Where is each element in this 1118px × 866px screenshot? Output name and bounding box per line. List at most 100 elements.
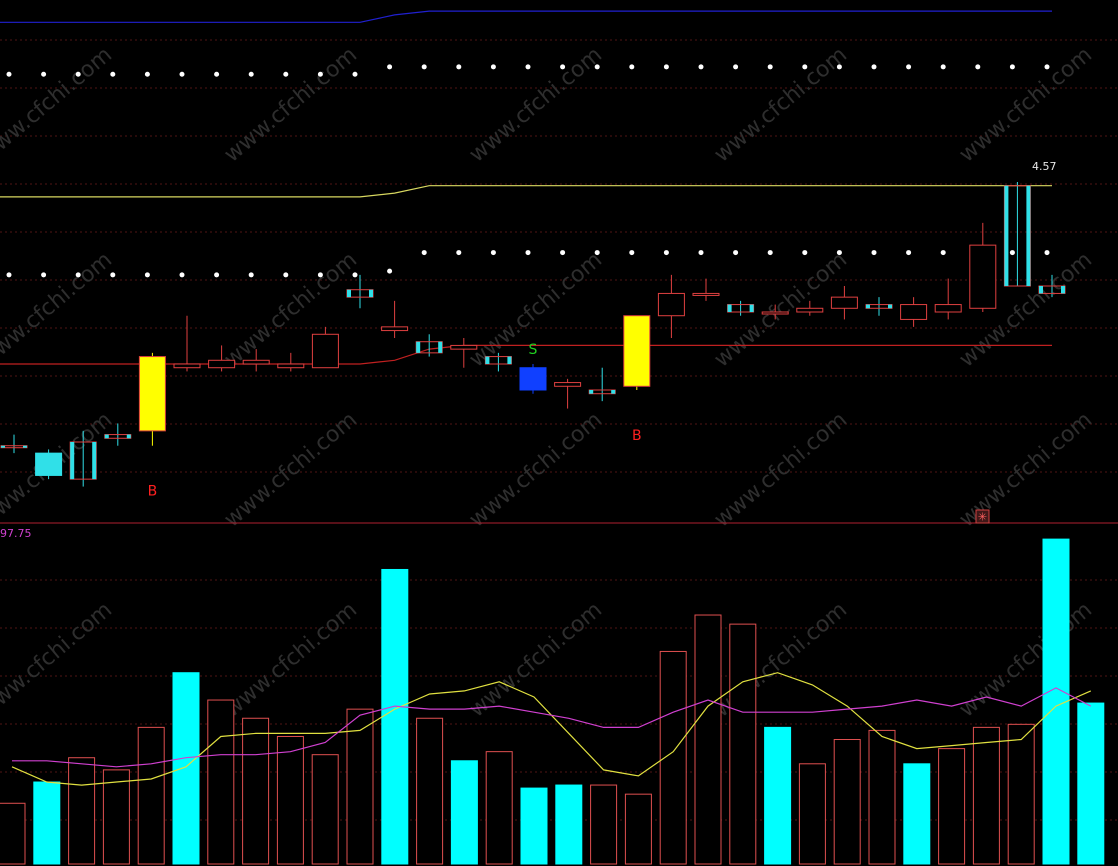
volume-bar bbox=[381, 568, 409, 865]
candle-edge bbox=[589, 390, 594, 394]
candle-edge bbox=[70, 442, 75, 480]
volume-bar bbox=[0, 802, 26, 865]
dot-marker bbox=[490, 64, 496, 70]
volume-bar bbox=[207, 699, 235, 865]
volume-bar bbox=[764, 726, 792, 865]
candle-edge bbox=[888, 304, 892, 309]
candle-body bbox=[796, 307, 824, 313]
candle-edge bbox=[1026, 185, 1031, 286]
candle bbox=[519, 364, 547, 394]
dot-marker bbox=[733, 64, 739, 70]
volume-bar bbox=[729, 623, 757, 865]
dot-marker bbox=[352, 71, 358, 77]
candle-body bbox=[554, 382, 582, 387]
volume-bar bbox=[68, 757, 96, 865]
volume-bar bbox=[1007, 723, 1035, 865]
dot-marker bbox=[214, 71, 220, 77]
line-upper-yellow bbox=[0, 185, 1052, 198]
candle-body bbox=[900, 304, 928, 320]
candle-edge bbox=[416, 341, 421, 353]
candle bbox=[588, 367, 616, 402]
dot-marker bbox=[525, 250, 531, 256]
candle bbox=[35, 449, 63, 480]
dot-marker bbox=[41, 272, 47, 278]
dot-marker bbox=[283, 272, 289, 278]
candle-edge bbox=[485, 356, 490, 364]
candle bbox=[0, 434, 28, 454]
dot-marker bbox=[317, 272, 323, 278]
svg-text:✳: ✳ bbox=[978, 511, 987, 524]
dot-marker bbox=[1009, 64, 1015, 70]
watermark-text: www.cfchi.com bbox=[0, 247, 117, 372]
dot-marker bbox=[6, 272, 12, 278]
dot-marker bbox=[421, 250, 427, 256]
high-price-marker: 4.57 bbox=[1032, 160, 1057, 173]
volume-bar bbox=[555, 784, 583, 865]
candle-body bbox=[692, 292, 720, 296]
dot-marker bbox=[975, 64, 981, 70]
candle-body bbox=[934, 304, 962, 313]
volume-bar bbox=[624, 793, 652, 865]
dot-marker bbox=[594, 250, 600, 256]
candle-body bbox=[277, 363, 305, 369]
candle bbox=[900, 297, 928, 327]
candle-edge bbox=[866, 304, 870, 309]
dot-marker bbox=[1044, 250, 1050, 256]
candle-body bbox=[35, 452, 63, 476]
candle bbox=[865, 297, 893, 316]
candle-edge bbox=[1039, 286, 1043, 294]
candle bbox=[727, 300, 755, 316]
candle bbox=[277, 352, 305, 372]
stock-chart: www.cfchi.com www.cfchi.com www.cfchi.com w… bbox=[0, 10, 1118, 865]
candle bbox=[1003, 182, 1031, 287]
volume-bar bbox=[102, 769, 130, 865]
dot-marker bbox=[940, 250, 946, 256]
asterisk-icon[interactable]: ✳ bbox=[975, 509, 990, 524]
candle bbox=[657, 274, 685, 338]
dot-marker bbox=[629, 250, 635, 256]
candle bbox=[415, 334, 443, 357]
dot-marker bbox=[836, 64, 842, 70]
grid-lines bbox=[0, 39, 1118, 821]
dot-marker bbox=[387, 268, 393, 274]
candle-body bbox=[450, 344, 478, 350]
dot-marker bbox=[6, 71, 12, 77]
dot-marker bbox=[525, 64, 531, 70]
watermark-text: www.cfchi.com bbox=[465, 407, 607, 532]
dot-marker bbox=[179, 272, 185, 278]
dot-marker bbox=[387, 64, 393, 70]
dot-marker bbox=[144, 71, 150, 77]
volume-bar bbox=[485, 751, 513, 865]
candle-body bbox=[623, 315, 651, 387]
watermark-text: www.cfchi.com bbox=[465, 42, 607, 167]
volume-bar bbox=[416, 717, 444, 865]
candle-body bbox=[138, 356, 166, 432]
candle-edge bbox=[749, 304, 754, 312]
signal-label: S bbox=[529, 342, 538, 358]
dot-marker bbox=[836, 250, 842, 256]
watermark-text: www.cfchi.com bbox=[220, 597, 362, 722]
dot-marker bbox=[802, 250, 808, 256]
dot-marker bbox=[144, 272, 150, 278]
dot-marker bbox=[490, 250, 496, 256]
candle-edge bbox=[611, 390, 616, 394]
candle bbox=[623, 315, 651, 390]
dot-marker bbox=[283, 71, 289, 77]
dot-marker bbox=[629, 64, 635, 70]
dot-marker bbox=[906, 250, 912, 256]
candle-edge bbox=[1061, 286, 1065, 294]
dot-marker bbox=[560, 250, 566, 256]
watermark-text: www.cfchi.com bbox=[220, 407, 362, 532]
signal-label: B bbox=[148, 484, 158, 500]
dot-marker bbox=[698, 250, 704, 256]
dot-marker bbox=[698, 64, 704, 70]
candle-body bbox=[830, 296, 858, 309]
dot-marker bbox=[75, 272, 81, 278]
volume-bar bbox=[938, 748, 966, 865]
volume-bar bbox=[798, 763, 826, 865]
candle-body bbox=[242, 359, 270, 365]
watermark-text: www.cfchi.com bbox=[0, 42, 117, 167]
volume-bar bbox=[33, 781, 61, 865]
volume-bar bbox=[276, 735, 304, 865]
volume-bar bbox=[346, 708, 374, 865]
